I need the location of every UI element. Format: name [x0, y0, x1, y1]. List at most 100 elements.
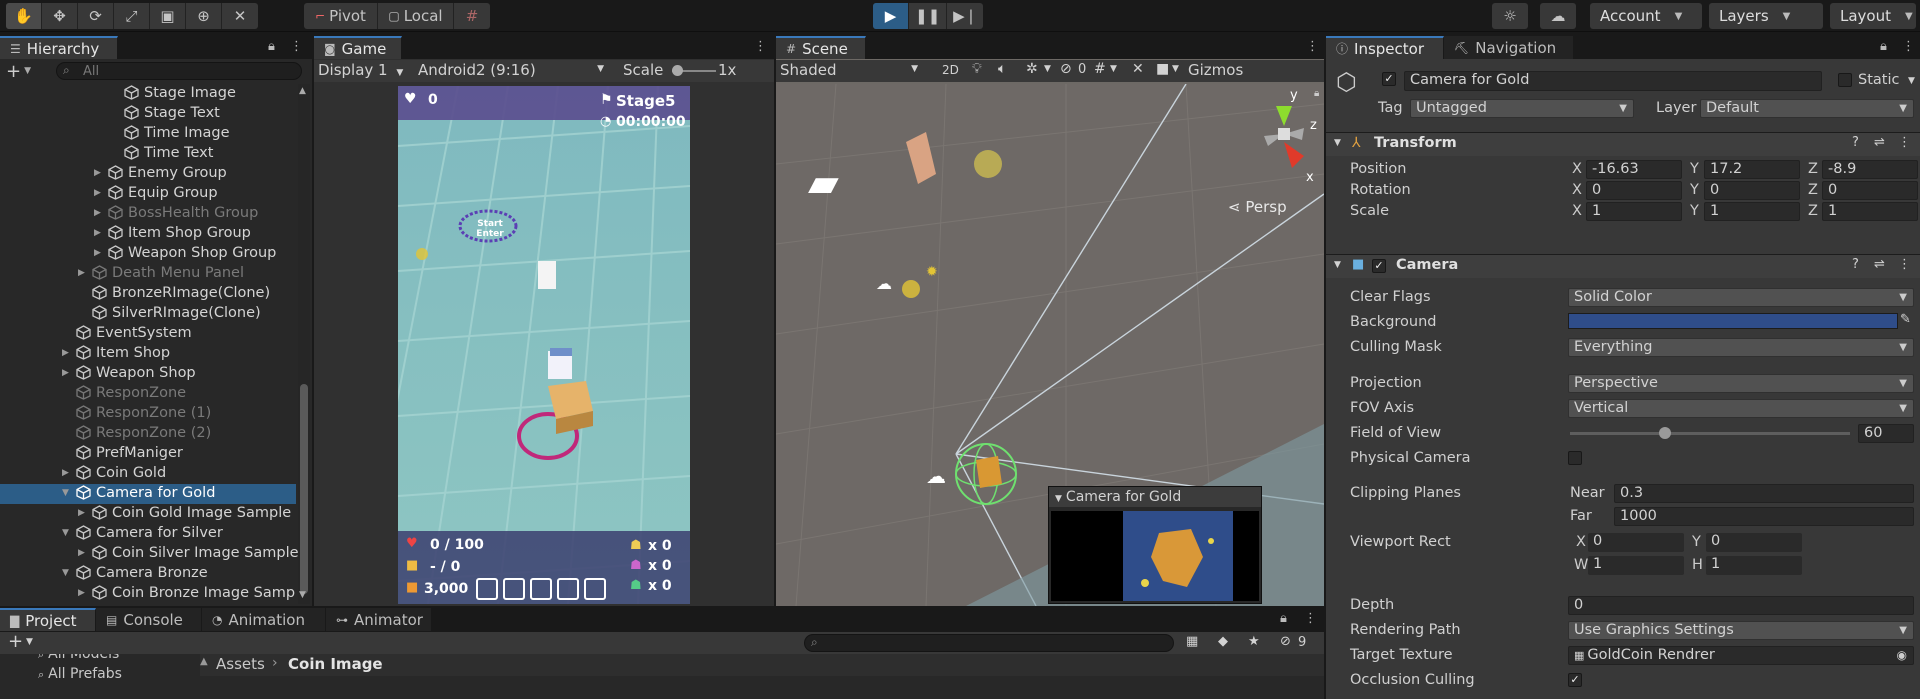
hierarchy-item[interactable]: ResponZone (1): [0, 404, 296, 424]
layer-dropdown[interactable]: Default ▼: [1700, 99, 1914, 118]
tab-inspector[interactable]: ⓘ Inspector: [1326, 36, 1444, 59]
hierarchy-item[interactable]: ▶ Coin Gold: [0, 464, 296, 484]
hierarchy-item[interactable]: ▶ Item Shop Group: [0, 224, 296, 244]
account-dropdown[interactable]: Account ▼: [1590, 3, 1702, 29]
filter-type-icon[interactable]: ▦: [1186, 634, 1198, 649]
cloud-button[interactable]: ☁: [1540, 3, 1576, 29]
object-picker-icon[interactable]: ◉: [1897, 647, 1907, 664]
hierarchy-item[interactable]: ▶ BossHealth Group: [0, 204, 296, 224]
gizmos-dropdown[interactable]: Gizmos: [1188, 61, 1243, 79]
chevron-right-icon[interactable]: ▶: [94, 168, 101, 178]
orientation-gizmo[interactable]: y z x 🔒︎: [1214, 84, 1324, 192]
hidden-icon[interactable]: ⊘: [1060, 61, 1072, 77]
chevron-down-icon[interactable]: ▼: [62, 568, 69, 578]
viewport-h-field[interactable]: 1: [1706, 556, 1802, 575]
inventory-slot[interactable]: [503, 578, 525, 600]
hierarchy-item[interactable]: ▶ Death Menu Panel: [0, 264, 296, 284]
move-tool-icon[interactable]: ✥: [42, 3, 78, 29]
tools-icon[interactable]: ✕: [1132, 61, 1144, 77]
target-texture-field[interactable]: ▦ GoldCoin Rendrer ◉: [1568, 646, 1914, 665]
play-button[interactable]: ▶: [873, 3, 909, 29]
static-checkbox[interactable]: [1838, 73, 1852, 87]
physical-camera-checkbox[interactable]: [1568, 451, 1582, 465]
background-color-field[interactable]: [1568, 313, 1898, 329]
chevron-down-icon[interactable]: ▼: [1172, 64, 1179, 74]
hierarchy-item[interactable]: ▼ Camera for Silver: [0, 524, 296, 544]
viewport-y-field[interactable]: 0: [1706, 533, 1802, 552]
chevron-right-icon[interactable]: ▶: [78, 508, 85, 518]
far-clip-field[interactable]: 1000: [1614, 507, 1914, 526]
help-icon[interactable]: ?: [1852, 135, 1859, 150]
rect-tool-icon[interactable]: ▣: [150, 3, 186, 29]
kebab-menu-icon[interactable]: ⋮: [290, 39, 303, 54]
occlusion-culling-checkbox[interactable]: ✓: [1568, 673, 1582, 687]
fov-slider[interactable]: [1570, 427, 1850, 439]
tab-console[interactable]: ▤ Console: [96, 608, 202, 631]
hierarchy-item[interactable]: SilverRImage(Clone): [0, 304, 296, 324]
transform-tool-icon[interactable]: ⊕: [186, 3, 222, 29]
scroll-up-icon[interactable]: ▲: [200, 656, 208, 667]
tab-project[interactable]: ▇ Project: [0, 608, 96, 631]
depth-field[interactable]: 0: [1568, 596, 1914, 615]
game-viewport[interactable]: ♥ 0 ⚑ Stage5 ◔ 00:00:00 Start Enter ♥ 0 …: [398, 86, 690, 604]
scale-tool-icon[interactable]: ⤢: [114, 3, 150, 29]
chevron-down-icon[interactable]: ▼: [1110, 64, 1117, 74]
chevron-down-icon[interactable]: ▼: [1055, 494, 1062, 504]
active-checkbox[interactable]: ✓: [1382, 72, 1396, 86]
chevron-down-icon[interactable]: ▼: [62, 528, 69, 538]
project-search-input[interactable]: ⌕: [804, 634, 1174, 652]
hierarchy-item[interactable]: ▶ Coin Bronze Image Samp: [0, 584, 296, 604]
slider-thumb[interactable]: [1659, 427, 1672, 439]
kebab-menu-icon[interactable]: ⋮: [1304, 611, 1317, 626]
local-toggle[interactable]: ▢ Local: [378, 3, 454, 29]
scroll-up-icon[interactable]: ▲: [299, 86, 306, 96]
scene-viewport[interactable]: ▰ ☁ ✹ ☁ y z x 🔒︎ ⋖ Persp ▼ Camera for Gol…: [776, 84, 1324, 606]
camera-enabled-checkbox[interactable]: ✓: [1372, 259, 1386, 273]
inventory-slot[interactable]: [584, 578, 606, 600]
tree-item-all-prefabs[interactable]: ⌕ All Prefabs: [38, 666, 122, 682]
add-icon[interactable]: +: [6, 61, 21, 82]
camera-settings-icon[interactable]: ■: [1156, 61, 1169, 77]
audio-icon[interactable]: 🔈︎: [998, 61, 1006, 77]
effects-icon[interactable]: ✲: [1026, 61, 1038, 77]
scale-slider[interactable]: [672, 65, 716, 76]
hierarchy-item[interactable]: ▶ Enemy Group: [0, 164, 296, 184]
tab-navigation[interactable]: ⛏ Navigation: [1444, 36, 1574, 59]
chevron-down-icon[interactable]: ▼: [26, 637, 33, 647]
chevron-down-icon[interactable]: ▼: [62, 488, 69, 498]
persp-label[interactable]: ⋖ Persp: [1228, 198, 1287, 216]
kebab-menu-icon[interactable]: ⋮: [1898, 257, 1911, 272]
chevron-right-icon[interactable]: ▶: [94, 228, 101, 238]
grid-toggle-icon[interactable]: #: [1094, 61, 1106, 77]
lock-icon[interactable]: 🔒︎: [268, 39, 275, 54]
tag-dropdown[interactable]: Untagged ▼: [1410, 99, 1634, 118]
rotate-tool-icon[interactable]: ⟳: [78, 3, 114, 29]
projection-dropdown[interactable]: Perspective ▼: [1568, 374, 1914, 393]
viewport-w-field[interactable]: 1: [1588, 556, 1684, 575]
hierarchy-item[interactable]: ResponZone: [0, 384, 296, 404]
scrollbar[interactable]: ▲ ▼: [298, 84, 310, 604]
hidden-icon[interactable]: ⊘: [1280, 634, 1291, 649]
rotation-z-field[interactable]: 0: [1822, 181, 1918, 200]
tab-hierarchy[interactable]: ☰ Hierarchy: [0, 36, 118, 59]
rotation-x-field[interactable]: 0: [1586, 181, 1682, 200]
tab-scene[interactable]: # Scene: [776, 36, 866, 59]
collab-button[interactable]: ☼: [1492, 3, 1528, 29]
fov-field[interactable]: 60: [1858, 424, 1914, 443]
hierarchy-item[interactable]: BronzeRImage(Clone): [0, 284, 296, 304]
chevron-right-icon[interactable]: ▶: [62, 368, 69, 378]
culling-mask-dropdown[interactable]: Everything ▼: [1568, 338, 1914, 357]
chevron-right-icon[interactable]: ▶: [62, 348, 69, 358]
hierarchy-item[interactable]: EventSystem: [0, 324, 296, 344]
hierarchy-item[interactable]: ▶ Equip Group: [0, 184, 296, 204]
tab-animator[interactable]: ⊶ Animator: [326, 608, 432, 631]
camera-gizmo-icon[interactable]: ▰: [808, 160, 839, 206]
hand-tool-icon[interactable]: ✋: [6, 3, 42, 29]
rendering-path-dropdown[interactable]: Use Graphics Settings ▼: [1568, 621, 1914, 640]
scale-x-field[interactable]: 1: [1586, 202, 1682, 221]
position-z-field[interactable]: -8.9: [1822, 160, 1918, 179]
scale-z-field[interactable]: 1: [1822, 202, 1918, 221]
hierarchy-item[interactable]: ▼ Camera for Gold: [0, 484, 296, 504]
chevron-down-icon[interactable]: ▼: [1044, 64, 1051, 74]
step-button[interactable]: ▶❘: [947, 3, 983, 29]
